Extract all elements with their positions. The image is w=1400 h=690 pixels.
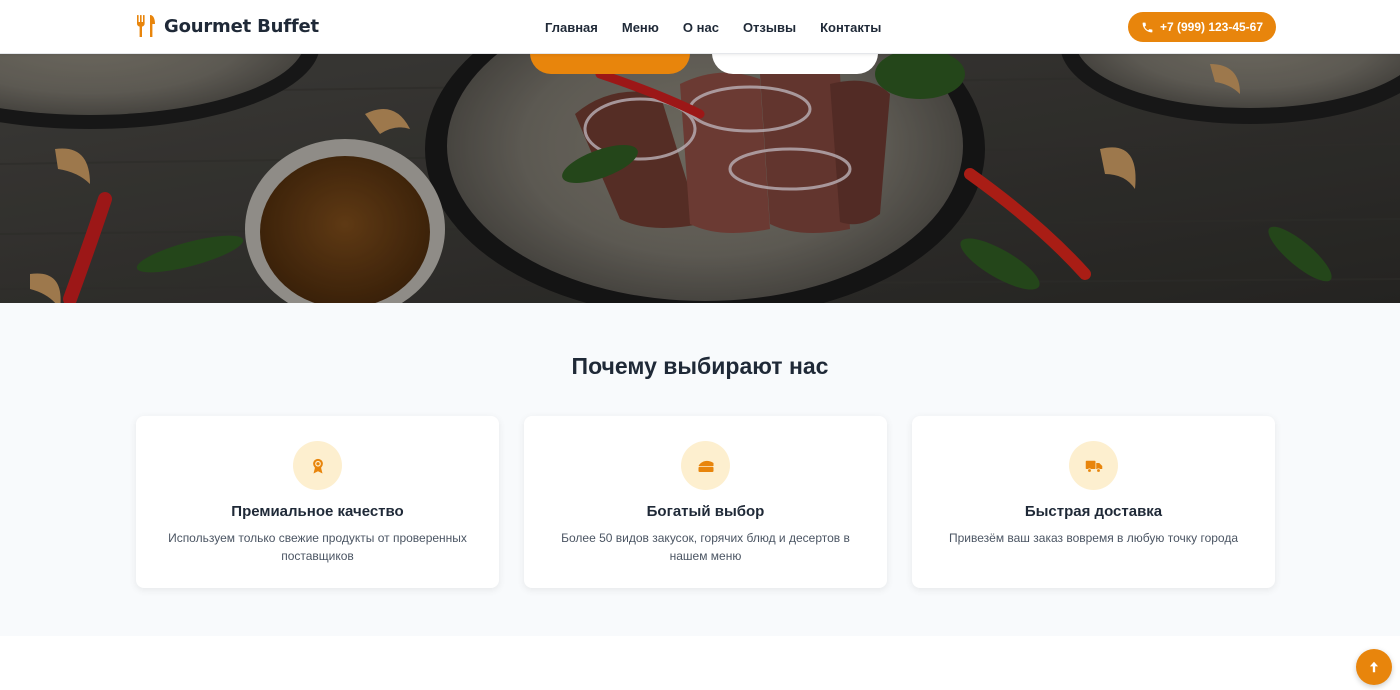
phone-button[interactable]: +7 (999) 123-45-67 <box>1128 12 1276 42</box>
section-title: Почему выбирают нас <box>571 353 829 379</box>
scroll-to-top-button[interactable] <box>1356 649 1392 685</box>
nav-menu[interactable]: Меню <box>622 20 659 35</box>
nav-about[interactable]: О нас <box>683 20 719 35</box>
phone-number: +7 (999) 123-45-67 <box>1159 20 1264 34</box>
hero-secondary-button[interactable] <box>712 54 878 74</box>
feature-card-quality: Премиальное качество Используем только с… <box>136 416 499 588</box>
phone-icon <box>1142 22 1153 32</box>
logo-text: Gourmet Buffet <box>164 15 319 37</box>
card-text: Привезём ваш заказ вовремя в любую точку… <box>948 531 1238 545</box>
site-header: Gourmet Buffet Главная Меню О нас Отзывы… <box>0 0 1400 54</box>
logo-link[interactable]: Gourmet Buffet <box>134 14 319 38</box>
main-nav: Главная Меню О нас Отзывы Контакты <box>545 0 881 54</box>
hero-food-image <box>0 54 1400 303</box>
utensils-icon <box>134 14 158 38</box>
card-title: Быстрая доставка <box>1024 503 1163 520</box>
award-icon <box>293 441 342 490</box>
feature-card-choice: Богатый выбор Более 50 видов закусок, го… <box>524 416 887 588</box>
features-section: Почему выбирают нас Премиальное качество… <box>0 303 1400 636</box>
nav-contacts[interactable]: Контакты <box>820 20 881 35</box>
card-text: Более 50 видов закусок, горячих блюд и д… <box>561 531 850 563</box>
hero-primary-button[interactable] <box>530 54 690 74</box>
arrow-up-icon <box>1369 661 1379 673</box>
cheese-icon <box>681 441 730 490</box>
nav-home[interactable]: Главная <box>545 20 598 35</box>
card-text: Используем только свежие продукты от про… <box>168 531 467 563</box>
card-title: Премиальное качество <box>231 503 404 520</box>
feature-card-delivery: Быстрая доставка Привезём ваш заказ вовр… <box>912 416 1275 588</box>
card-title: Богатый выбор <box>646 503 765 520</box>
hero-banner <box>0 54 1400 303</box>
nav-reviews[interactable]: Отзывы <box>743 20 796 35</box>
truck-icon <box>1069 441 1118 490</box>
